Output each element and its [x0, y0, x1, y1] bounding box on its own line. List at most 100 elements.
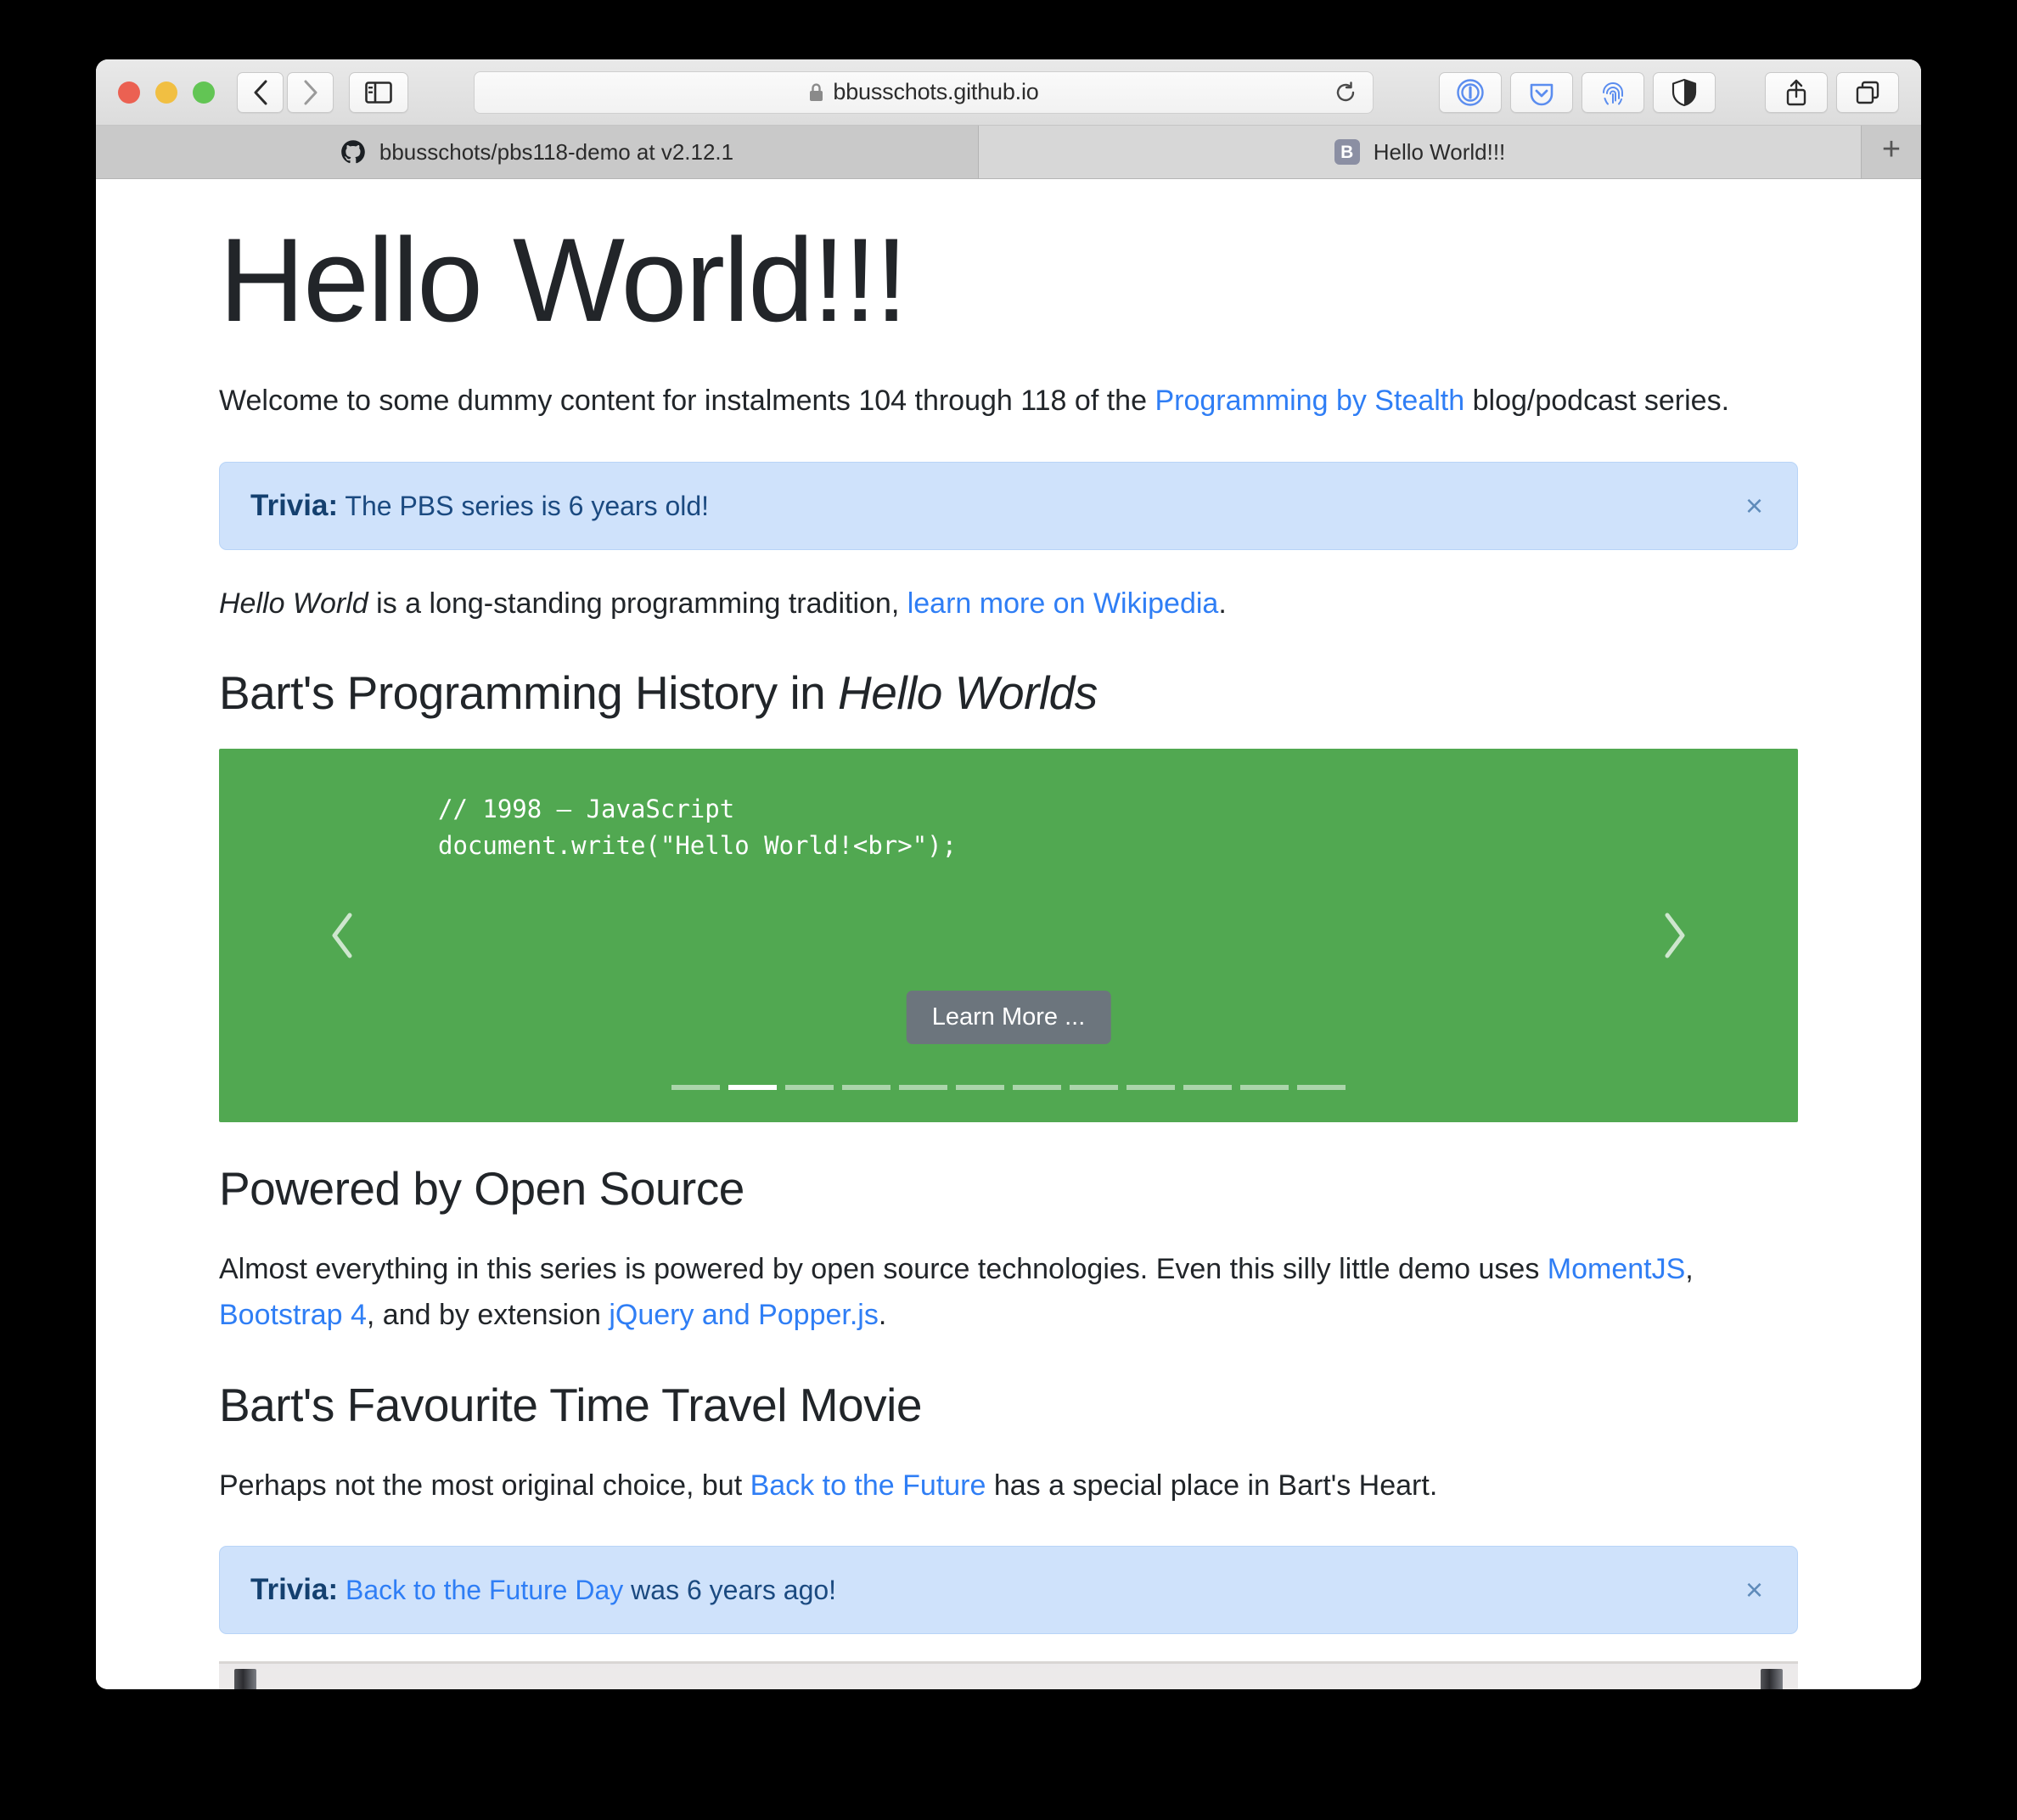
open-source-heading: Powered by Open Source [219, 1161, 744, 1215]
open-source-paragraph: Almost everything in this series is powe… [219, 1246, 1798, 1339]
carousel-indicator[interactable] [671, 1084, 720, 1090]
content-container: Hello World!!! Welcome to some dummy con… [96, 215, 1921, 1634]
trivia-label: Trivia: [250, 1573, 339, 1607]
maximize-window-button[interactable] [193, 81, 215, 104]
carousel-indicator[interactable] [785, 1084, 834, 1090]
share-icon [1786, 79, 1806, 105]
tab-overview-icon [1856, 81, 1879, 104]
trivia-label: Trivia: [250, 489, 339, 523]
carousel-prev-button[interactable] [312, 906, 372, 965]
back-button[interactable] [237, 71, 284, 113]
carousel-indicator[interactable] [1297, 1084, 1346, 1090]
privacy-shield-icon [1671, 78, 1697, 106]
reload-button[interactable] [1329, 76, 1362, 110]
carousel-indicator[interactable] [956, 1084, 1004, 1090]
movie-heading: Bart's Favourite Time Travel Movie [219, 1378, 922, 1431]
carousel-indicator[interactable] [1013, 1084, 1061, 1090]
trivia-alert-1-body: Trivia: The PBS series is 6 years old! [250, 486, 709, 525]
tab-overview-button[interactable] [1836, 71, 1899, 113]
trivia-alert-2: Trivia: Back to the Future Day was 6 yea… [219, 1546, 1798, 1634]
carousel-indicator[interactable] [1240, 1084, 1289, 1090]
close-icon[interactable]: × [1745, 1574, 1763, 1605]
trivia-alert-1: Trivia: The PBS series is 6 years old! × [219, 462, 1798, 550]
bttf-photo [219, 1660, 1798, 1689]
hello-world-carousel[interactable]: // 1998 — JavaScript document.write("Hell… [219, 748, 1798, 1122]
address-bar-url: bbusschots.github.io [833, 79, 1039, 104]
reload-icon [1336, 81, 1355, 101]
carousel-indicator[interactable] [899, 1084, 947, 1090]
browser-window: bbusschots.github.io bbusschots/pbs118-d… [96, 59, 1921, 1689]
chevron-left-icon [254, 80, 267, 104]
minimize-window-button[interactable] [155, 81, 177, 104]
chevron-right-icon [1665, 913, 1685, 958]
jquery-popper-link[interactable]: jQuery and Popper.js [609, 1299, 879, 1331]
close-window-button[interactable] [118, 81, 140, 104]
close-icon[interactable]: × [1745, 490, 1763, 521]
pocket-icon [1530, 83, 1553, 105]
back-to-the-future-link[interactable]: Back to the Future [750, 1469, 986, 1502]
open-source-end: . [878, 1299, 887, 1332]
extension-buttons [1439, 71, 1716, 113]
bootstrap-link[interactable]: Bootstrap 4 [219, 1299, 367, 1331]
bttf-day-link[interactable]: Back to the Future Day [346, 1575, 623, 1605]
trivia-text: was 6 years ago! [623, 1575, 837, 1606]
history-heading-plain: Bart's Programming History in [219, 666, 839, 719]
window-controls [118, 81, 215, 104]
show-sidebar-button[interactable] [349, 71, 408, 113]
1password-button[interactable] [1439, 71, 1502, 113]
movie-part1: Perhaps not the most original choice, bu… [219, 1469, 750, 1502]
momentjs-link[interactable]: MomentJS [1548, 1253, 1686, 1285]
code-line-1: // 1998 — JavaScript [438, 794, 735, 823]
tab-title: bbusschots/pbs118-demo at v2.12.1 [379, 138, 734, 165]
address-bar[interactable]: bbusschots.github.io [474, 70, 1374, 114]
carousel-indicator[interactable] [1070, 1084, 1118, 1090]
chevron-left-icon [332, 913, 352, 958]
history-heading: Bart's Programming History in Hello Worl… [219, 666, 1798, 720]
open-source-sep1: , [1685, 1252, 1694, 1285]
sidebar-icon [365, 81, 392, 104]
code-line-2: document.write("Hello World!<br>"); [438, 831, 958, 861]
trivia-alert-2-body: Trivia: Back to the Future Day was 6 yea… [250, 1570, 836, 1609]
chevron-right-icon [304, 80, 317, 104]
new-tab-button[interactable]: + [1862, 126, 1921, 178]
lock-icon [810, 82, 823, 101]
tab-title: Hello World!!! [1373, 138, 1506, 165]
carousel-indicator[interactable] [1126, 1084, 1175, 1090]
address-bar-area: bbusschots.github.io [424, 70, 1424, 114]
tab-hello-world[interactable]: B Hello World!!! [979, 126, 1862, 178]
movie-part2: has a special place in Bart's Heart. [986, 1469, 1438, 1502]
privacy-report-button[interactable] [1653, 71, 1716, 113]
navigation-buttons [237, 71, 334, 113]
intro-text-after: blog/podcast series. [1464, 385, 1730, 417]
photo-clip-left [234, 1668, 256, 1689]
fingerprint-button[interactable] [1582, 71, 1644, 113]
forward-button[interactable] [287, 71, 334, 113]
tradition-middle: is a long-standing programming tradition… [368, 587, 907, 620]
programming-by-stealth-link[interactable]: Programming by Stealth [1155, 385, 1464, 417]
hello-world-emphasis: Hello World [219, 587, 368, 620]
trivia-text: The PBS series is 6 years old! [345, 491, 710, 522]
fingerprint-icon [1603, 81, 1623, 104]
tradition-after: . [1218, 587, 1227, 620]
wikipedia-link[interactable]: learn more on Wikipedia [907, 587, 1219, 620]
page-content: Hello World!!! Welcome to some dummy con… [96, 179, 1921, 1689]
open-source-sep2: , and by extension [366, 1299, 610, 1332]
open-source-part1: Almost everything in this series is powe… [219, 1252, 1548, 1285]
share-button[interactable] [1765, 71, 1828, 113]
carousel-indicator[interactable] [1183, 1084, 1232, 1090]
movie-paragraph: Perhaps not the most original choice, bu… [219, 1463, 1798, 1508]
intro-paragraph: Welcome to some dummy content for instal… [219, 378, 1798, 424]
carousel-indicator-active[interactable] [728, 1084, 777, 1090]
tab-github-repo[interactable]: bbusschots/pbs118-demo at v2.12.1 [96, 126, 979, 178]
window-actions [1765, 71, 1899, 113]
photo-clip-right [1761, 1668, 1783, 1689]
pocket-button[interactable] [1510, 71, 1573, 113]
carousel-code-block: // 1998 — JavaScript document.write("Hell… [438, 791, 957, 865]
carousel-indicators [219, 1084, 1798, 1090]
browser-toolbar: bbusschots.github.io [96, 59, 1921, 126]
1password-icon [1457, 78, 1484, 106]
learn-more-button[interactable]: Learn More ... [906, 990, 1111, 1044]
carousel-next-button[interactable] [1645, 906, 1705, 965]
carousel-indicator[interactable] [842, 1084, 891, 1090]
intro-text-before: Welcome to some dummy content for instal… [219, 385, 1155, 417]
